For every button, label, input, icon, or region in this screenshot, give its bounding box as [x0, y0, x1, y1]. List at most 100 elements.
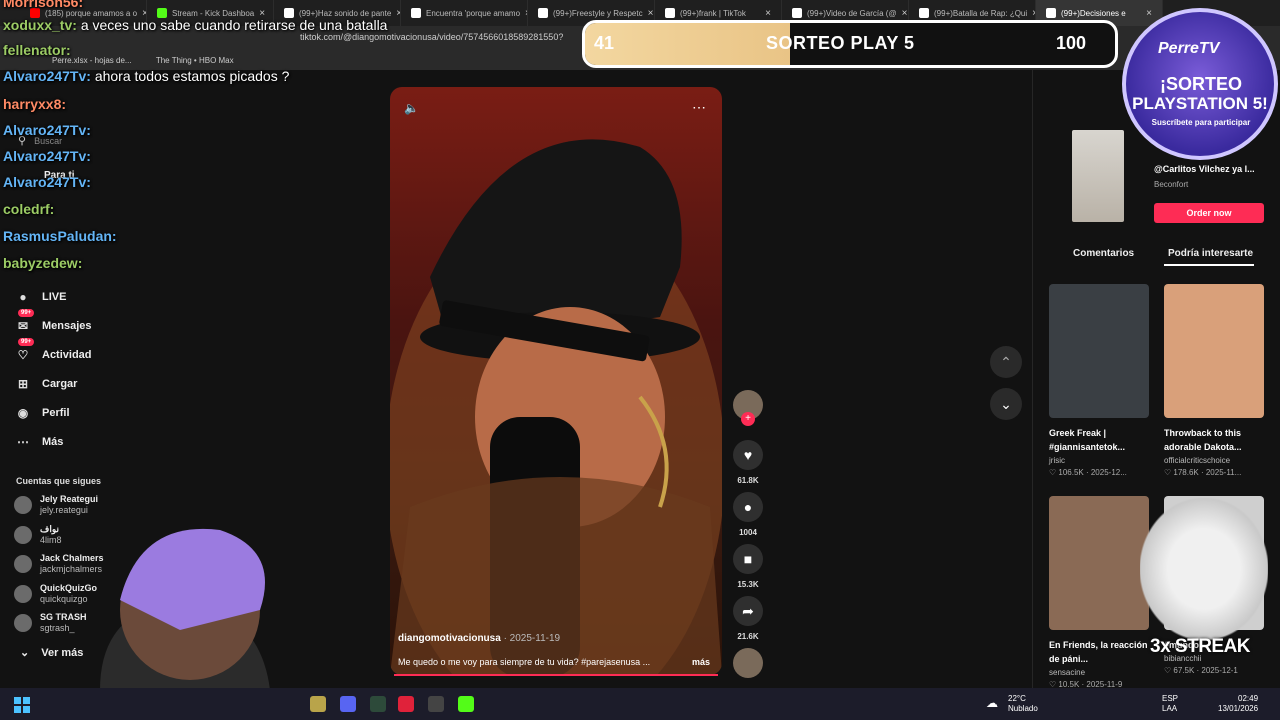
action-count: 15.3K: [737, 580, 759, 589]
tab-comments[interactable]: Comentarios: [1073, 248, 1134, 259]
avatar: [14, 614, 32, 632]
chat-username: Alvaro247Tv:: [3, 68, 91, 84]
following-account[interactable]: نواف 4lim8: [14, 524, 62, 546]
creator-avatar[interactable]: +: [733, 390, 763, 426]
avatar: [14, 526, 32, 544]
sound-avatar[interactable]: [733, 648, 763, 678]
chat-message: RasmusPaludan:: [3, 228, 117, 244]
ad-title: @Carlitos Vilchez ya l...: [1154, 164, 1255, 174]
avatar: [14, 496, 32, 514]
card-title: Throwback to this adorable Dakota...: [1164, 428, 1242, 452]
chat-message: Alvaro247Tv:: [3, 148, 91, 164]
sidebar-item-cargar[interactable]: ⊞ Cargar: [14, 375, 78, 393]
tab-favicon-icon: [919, 8, 929, 18]
account-name: Jely Reategui: [40, 494, 99, 504]
sidebar-item-live[interactable]: ● LIVE: [14, 288, 66, 306]
action-count: 61.8K: [737, 476, 759, 485]
clock[interactable]: 02:49 13/01/2026: [1218, 694, 1258, 714]
share-icon[interactable]: ➦: [733, 596, 763, 626]
suggested-video-card[interactable]: Greek Freak | #giannisantetok... jrisic ♡ …: [1049, 284, 1149, 477]
chat-message: Morrison56:: [3, 0, 83, 10]
order-now-button[interactable]: Order now: [1154, 203, 1264, 223]
sidebar-item-perfil[interactable]: ◉ Perfil: [14, 404, 70, 422]
language-indicator[interactable]: ESP LAA: [1162, 694, 1178, 714]
chat-text: a veces uno sabe cuando retirarse de una…: [80, 17, 388, 33]
video-frame: [390, 139, 722, 675]
sorteo-title: SORTEO PLAY 5: [766, 33, 915, 53]
discord-icon[interactable]: [340, 696, 356, 712]
chat-message: Alvaro247Tv:: [3, 122, 91, 138]
browser-tab[interactable]: Encuentra 'porque amamo×: [401, 0, 528, 26]
chrome-icon[interactable]: [428, 696, 444, 712]
weather-widget[interactable]: 22°C Nublado: [1008, 694, 1038, 714]
card-stats: ♡ 106.5K · 2025-12...: [1049, 468, 1127, 477]
streamer-webcam: [100, 528, 270, 690]
card-author[interactable]: sensacine: [1049, 668, 1149, 677]
close-icon[interactable]: ×: [765, 8, 771, 19]
follow-plus-icon[interactable]: +: [741, 412, 755, 426]
video-progress-bar[interactable]: [394, 674, 718, 676]
kick-icon[interactable]: [458, 696, 474, 712]
comment-icon[interactable]: ●: [733, 492, 763, 522]
sidebar-item-más[interactable]: ⋯ Más: [14, 433, 63, 451]
share-action[interactable]: ➦ 21.6K: [733, 596, 763, 641]
streak-label: 3x STREAK: [1150, 636, 1251, 657]
card-author[interactable]: officialcriticschoice: [1164, 456, 1264, 465]
sidebar-item-label: Actividad: [42, 349, 92, 361]
video-author[interactable]: diangomotivacionusa · 2025-11-19: [398, 633, 560, 644]
app-icon[interactable]: [398, 696, 414, 712]
live-icon: ●: [19, 290, 27, 304]
video-thumbnail[interactable]: [1164, 284, 1264, 418]
close-icon[interactable]: ×: [1146, 8, 1152, 19]
tab-favicon-icon: [411, 8, 421, 18]
chat-username: Morrison56:: [3, 0, 84, 10]
chat-username: babyzedew:: [3, 255, 83, 271]
windows-start-icon[interactable]: [14, 697, 30, 713]
chevron-down-icon: ⌄: [1000, 395, 1012, 412]
video-caption: Me quedo o me voy para siempre de tu vid…: [398, 657, 651, 667]
tab-suggested[interactable]: Podría interesarte: [1168, 248, 1253, 259]
card-author[interactable]: jrisic: [1049, 456, 1149, 465]
caption-more-link[interactable]: más: [692, 657, 710, 667]
close-icon[interactable]: ×: [648, 8, 654, 19]
app-icon[interactable]: [310, 696, 326, 712]
following-title: Cuentas que sigues: [16, 476, 102, 486]
avatar: [14, 555, 32, 573]
logo-line-1: ¡SORTEO: [1159, 74, 1242, 94]
suggested-video-card[interactable]: Throwback to this adorable Dakota... offi…: [1164, 284, 1264, 477]
sidebar-item-label: Mensajes: [42, 320, 92, 332]
tab-label: (99+)Freestyle y Respetc: [553, 8, 643, 18]
volume-icon[interactable]: 🔈: [404, 101, 419, 115]
suggested-video-card[interactable]: En Friends, la reacción de páni... sensac…: [1049, 496, 1149, 689]
clock-time: 02:49: [1238, 694, 1259, 703]
more-options-icon[interactable]: ⋯: [692, 99, 706, 116]
bookmark-icon[interactable]: ■: [733, 544, 763, 574]
upload-icon: ⊞: [17, 377, 29, 391]
action-count: 21.6K: [737, 632, 759, 641]
chat-text: ahora todos estamos picados ?: [94, 68, 290, 84]
close-icon[interactable]: ×: [902, 8, 908, 19]
heart-icon[interactable]: ♥: [733, 440, 763, 470]
video-player[interactable]: 🔈 ⋯: [390, 87, 722, 675]
chat-message: coledrf:: [3, 201, 54, 217]
video-thumbnail[interactable]: [1049, 284, 1149, 418]
sidebar-item-actividad[interactable]: ♡ 99+ Actividad: [14, 338, 92, 364]
sidebar-item-mensajes[interactable]: ✉ 99+ Mensajes: [14, 309, 92, 335]
heart-action[interactable]: ♥ 61.8K: [733, 440, 763, 485]
logo-subtitle: Suscríbete para participar: [1151, 118, 1251, 127]
bookmark-action[interactable]: ■ 15.3K: [733, 544, 763, 589]
next-video-button[interactable]: ⌄: [990, 388, 1022, 420]
chat-message: Alvaro247Tv:: [3, 174, 91, 190]
sorteo-goal-count: 100: [1056, 33, 1087, 53]
cat-overlay-image: [1140, 498, 1268, 640]
card-title: En Friends, la reacción de páni...: [1049, 640, 1148, 664]
cloud-icon: ☁: [986, 696, 998, 710]
prev-video-button[interactable]: ⌃: [990, 346, 1022, 378]
video-thumbnail[interactable]: [1049, 496, 1149, 630]
bookmark-item[interactable]: The Thing • HBO Max: [156, 56, 234, 65]
app-icon[interactable]: [370, 696, 386, 712]
comment-action[interactable]: ● 1004: [733, 492, 763, 537]
url-text[interactable]: tiktok.com/@diangomotivacionusa/video/75…: [300, 32, 563, 42]
following-account[interactable]: Jely Reategui jely.reategui: [14, 494, 98, 516]
ad-thumbnail[interactable]: [1072, 130, 1124, 222]
